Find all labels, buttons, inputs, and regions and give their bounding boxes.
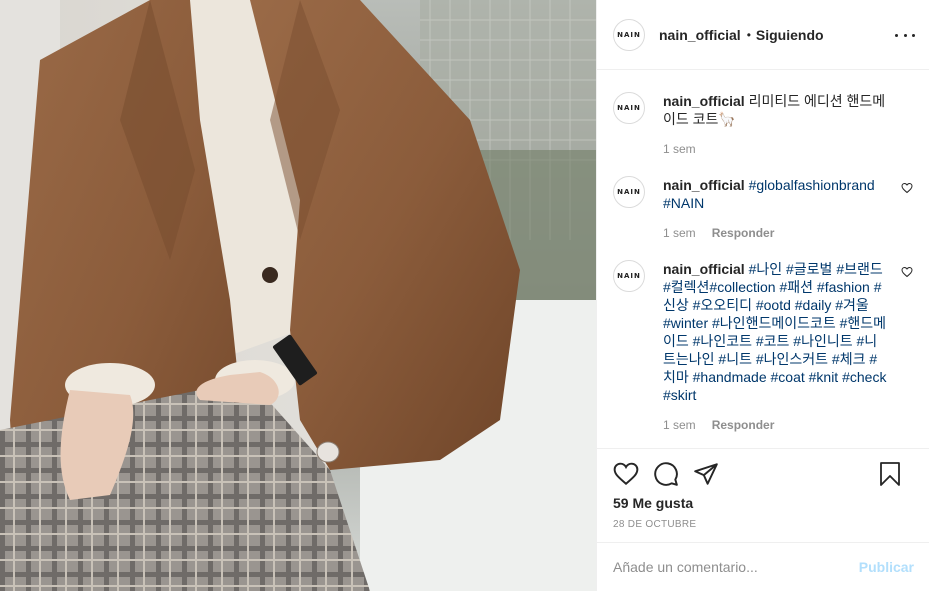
post-photo[interactable] bbox=[0, 0, 596, 591]
post-header: NAIN nain_official • Siguiendo bbox=[597, 0, 929, 70]
avatar-logo-text: NAIN bbox=[617, 104, 641, 112]
avatar[interactable]: NAIN bbox=[613, 92, 645, 124]
avatar-logo-text: NAIN bbox=[617, 188, 641, 196]
comments-list: NAIN nain_official 리미티드 에디션 핸드메이드 코트🦙 1 … bbox=[597, 70, 929, 448]
heart-icon[interactable] bbox=[613, 461, 639, 487]
comment-item: NAIN nain_official #globalfashionbrand #… bbox=[613, 176, 913, 240]
heart-icon[interactable] bbox=[901, 266, 913, 278]
reply-button[interactable]: Responder bbox=[712, 418, 775, 432]
comment-composer: Añade un comentario... Publicar bbox=[597, 542, 929, 591]
comment-username[interactable]: nain_official bbox=[663, 261, 745, 277]
post-date[interactable]: 28 DE OCTUBRE bbox=[613, 519, 914, 530]
comment-icon[interactable] bbox=[653, 461, 679, 487]
publish-button[interactable]: Publicar bbox=[859, 559, 914, 575]
post-actions: 59 Me gusta 28 DE OCTUBRE bbox=[597, 448, 929, 530]
caption: NAIN nain_official 리미티드 에디션 핸드메이드 코트🦙 1 … bbox=[613, 92, 913, 156]
avatar[interactable]: NAIN bbox=[613, 18, 645, 51]
avatar[interactable]: NAIN bbox=[613, 260, 645, 292]
following-button[interactable]: Siguiendo bbox=[756, 27, 824, 43]
avatar-logo-text: NAIN bbox=[617, 30, 641, 39]
post-modal: NAIN nain_official • Siguiendo NAIN nain… bbox=[0, 0, 929, 591]
avatar-logo-text: NAIN bbox=[617, 272, 641, 280]
reply-button[interactable]: Responder bbox=[712, 226, 775, 240]
bookmark-icon[interactable] bbox=[878, 461, 902, 487]
post-side-panel: NAIN nain_official • Siguiendo NAIN nain… bbox=[596, 0, 929, 591]
comment-username[interactable]: nain_official bbox=[663, 177, 745, 193]
comment-time[interactable]: 1 sem bbox=[663, 142, 696, 156]
comment-item: NAIN nain_official #나인 #글로벌 #브랜드#컬렉션#col… bbox=[613, 260, 913, 432]
comment-hashtags[interactable]: #나인 #글로벌 #브랜드#컬렉션#collection #패션 #fashio… bbox=[663, 261, 886, 403]
username-link[interactable]: nain_official bbox=[659, 27, 741, 43]
share-icon[interactable] bbox=[693, 461, 719, 487]
separator-dot: • bbox=[746, 27, 751, 42]
action-icons bbox=[613, 449, 914, 499]
comment-time[interactable]: 1 sem bbox=[663, 418, 696, 432]
comment-username[interactable]: nain_official bbox=[663, 93, 745, 109]
more-options-icon[interactable] bbox=[895, 25, 915, 45]
avatar[interactable]: NAIN bbox=[613, 176, 645, 208]
coat-photo-image bbox=[0, 0, 596, 591]
comment-time[interactable]: 1 sem bbox=[663, 226, 696, 240]
comment-input[interactable]: Añade un comentario... bbox=[613, 559, 859, 575]
heart-icon[interactable] bbox=[901, 182, 913, 194]
